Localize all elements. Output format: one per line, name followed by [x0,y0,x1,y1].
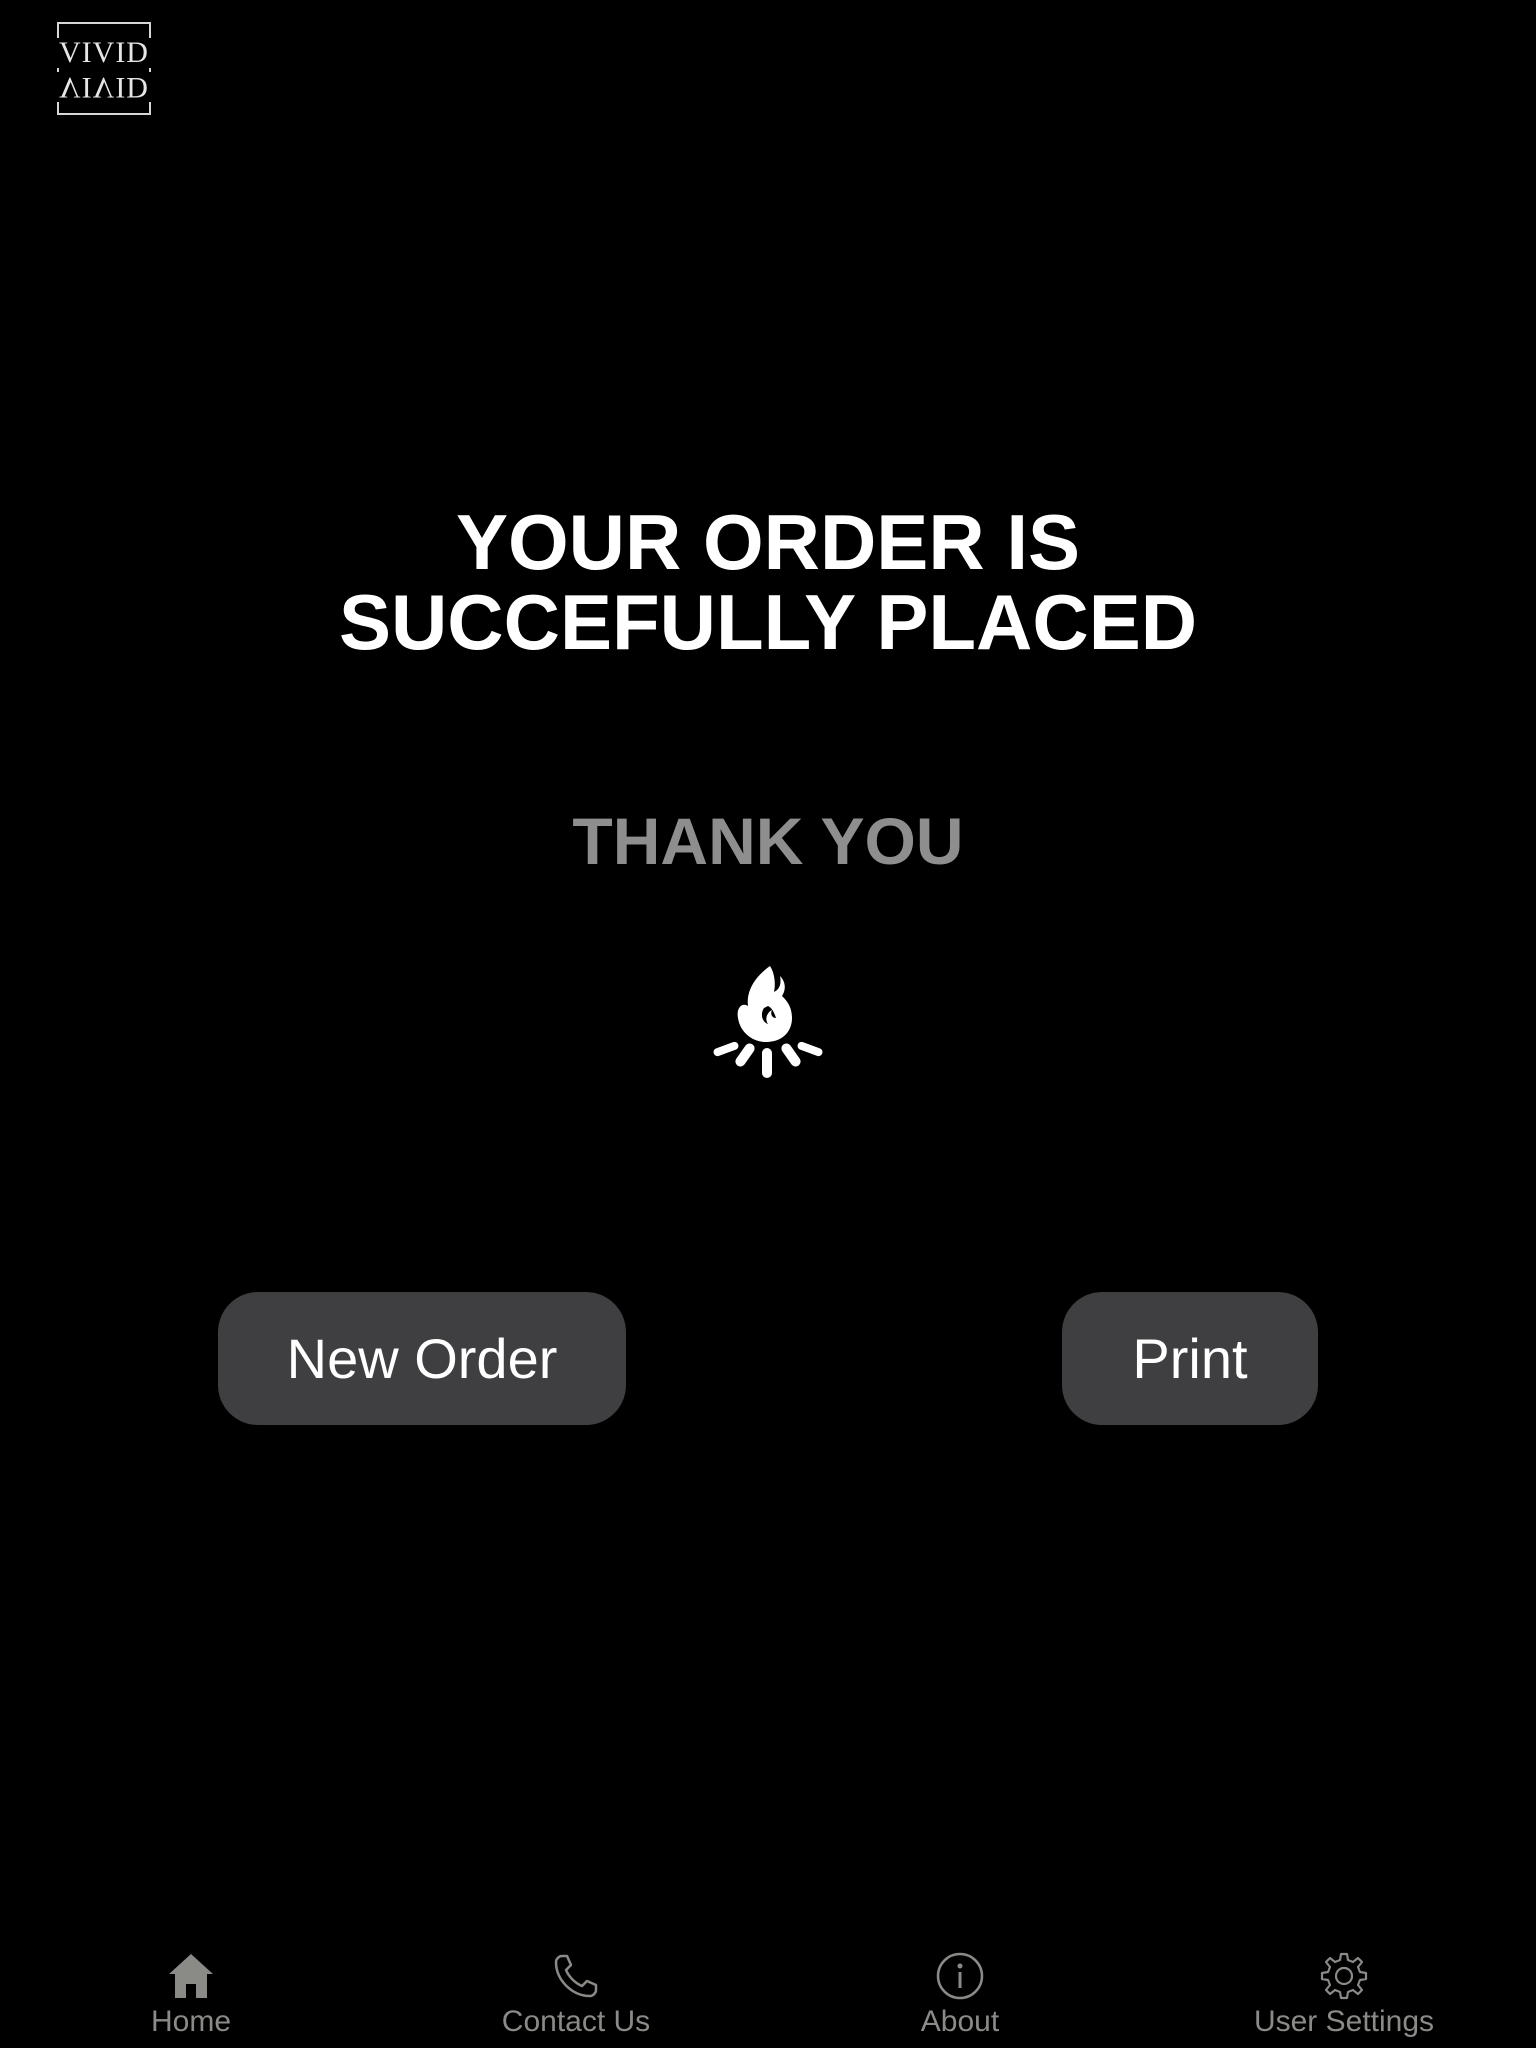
nav-item-user-settings[interactable]: User Settings [1214,1936,1474,2048]
nav-item-contact-us[interactable]: Contact Us [446,1936,706,2048]
bottom-navigation: Home Contact Us About User Settings [0,1936,1536,2048]
logo-text-bottom-mirrored: VIVID [53,71,155,104]
nav-label-contact-us: Contact Us [501,2005,651,2038]
nav-label-home: Home [150,2005,232,2038]
phone-icon [550,1950,602,2002]
nav-item-about[interactable]: About [830,1936,1090,2048]
nav-label-user-settings: User Settings [1253,2005,1435,2038]
nav-label-about: About [920,2005,1000,2038]
gear-icon [1318,1950,1370,2002]
order-confirmation-title: YOUR ORDER IS SUCCEFULLY PLACED [0,502,1536,662]
title-line-2: SUCCEFULLY PLACED [338,578,1198,666]
thank-you-text: THANK YOU [572,804,964,878]
nav-item-home[interactable]: Home [61,1936,321,2048]
home-icon [165,1950,217,2002]
title-line-1: YOUR ORDER IS [455,498,1081,586]
print-button[interactable]: Print [1062,1292,1318,1425]
new-order-button[interactable]: New Order [218,1292,626,1425]
brand-logo: VIVID VIVID [53,22,155,115]
logo-text-top: VIVID [53,38,155,68]
bonfire-icon [712,962,824,1080]
info-icon [934,1950,986,2002]
